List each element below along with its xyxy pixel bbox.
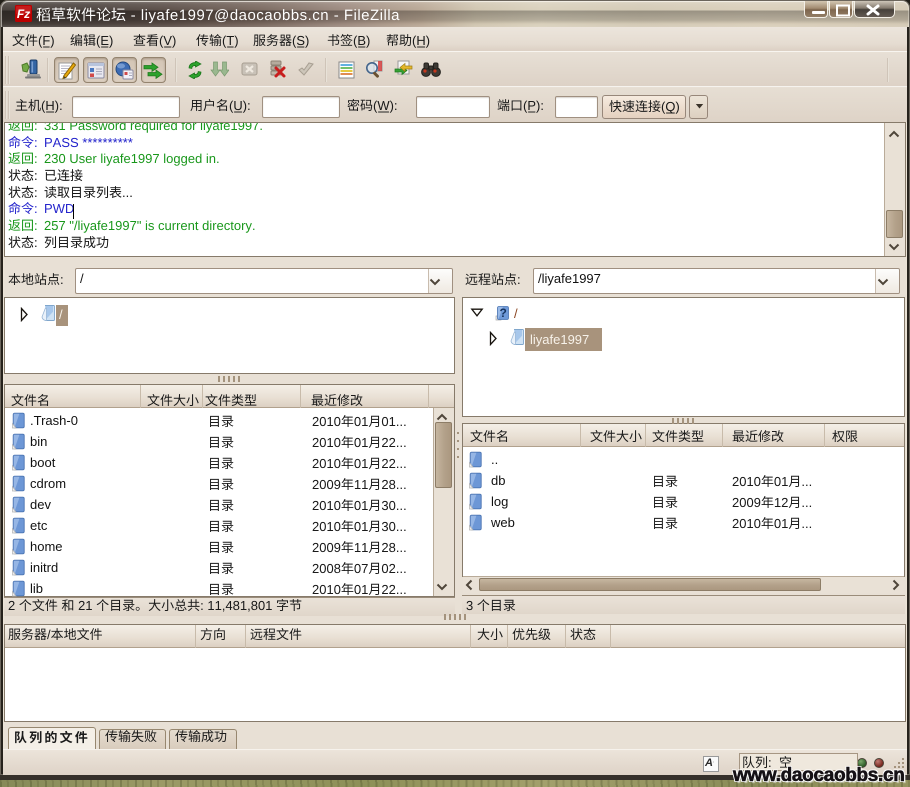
svg-text:?: ? (500, 306, 507, 320)
svg-text:Fz: Fz (17, 7, 30, 21)
